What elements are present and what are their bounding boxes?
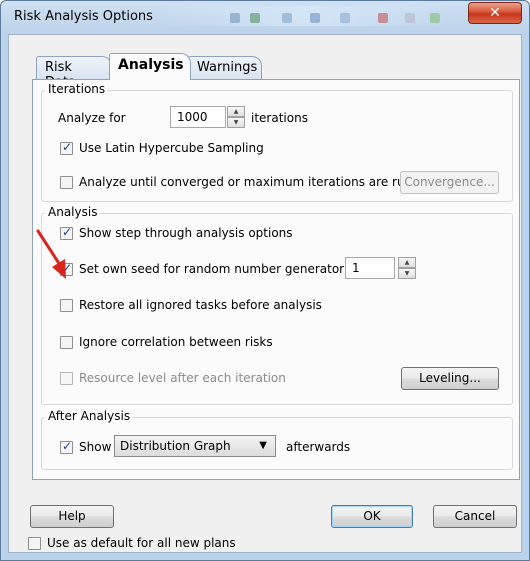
- resource-level-label: Resource level after each iteration: [79, 371, 286, 385]
- iterations-group-label: Iterations: [45, 82, 109, 96]
- tab-warnings[interactable]: Warnings: [188, 56, 262, 79]
- spin-up-icon[interactable]: ▲: [398, 257, 416, 268]
- toolbar-icon: [310, 13, 320, 23]
- close-icon: ✕: [489, 5, 501, 21]
- toolbar-icon: [230, 13, 240, 23]
- default-plans-checkbox[interactable]: [28, 537, 41, 550]
- red-arrow-annotation: [36, 229, 66, 279]
- iterations-suffix-label: iterations: [251, 111, 308, 125]
- toolbar-icon: [250, 13, 260, 23]
- ok-button[interactable]: OK: [331, 505, 413, 528]
- seed-spinner[interactable]: ▲ ▼: [398, 257, 416, 279]
- analyze-for-label: Analyze for: [58, 111, 126, 125]
- converge-label: Analyze until converged or maximum itera…: [79, 175, 413, 189]
- ignore-correlation-checkbox[interactable]: [60, 336, 73, 349]
- latin-hypercube-label: Use Latin Hypercube Sampling: [79, 141, 264, 155]
- own-seed-label: Set own seed for random number generator…: [79, 262, 348, 276]
- close-button[interactable]: ✕: [468, 2, 522, 24]
- toolbar-icon: [282, 13, 292, 23]
- iterations-spinner[interactable]: ▲ ▼: [227, 106, 245, 128]
- toolbar-icon: [340, 13, 350, 23]
- converge-checkbox[interactable]: [60, 176, 73, 189]
- show-graph-checkbox[interactable]: [60, 439, 73, 454]
- ignore-correlation-label: Ignore correlation between risks: [79, 335, 273, 349]
- toolbar-icon: [378, 13, 388, 23]
- convergence-button[interactable]: Convergence...: [400, 171, 499, 194]
- window-title: Risk Analysis Options: [14, 9, 153, 24]
- arrow-shaft: [36, 229, 62, 267]
- leveling-button[interactable]: Leveling...: [401, 367, 499, 390]
- spin-down-icon[interactable]: ▼: [227, 117, 245, 128]
- chevron-down-icon: ▼: [259, 440, 267, 451]
- help-button[interactable]: Help: [30, 505, 114, 528]
- spin-down-icon[interactable]: ▼: [398, 268, 416, 279]
- resource-level-checkbox[interactable]: [60, 372, 73, 385]
- after-analysis-group-label: After Analysis: [45, 409, 134, 423]
- seed-input[interactable]: 1: [345, 257, 395, 279]
- default-plans-label: Use as default for all new plans: [47, 536, 236, 550]
- cancel-button[interactable]: Cancel: [433, 505, 517, 528]
- tab-analysis[interactable]: Analysis: [109, 53, 191, 80]
- iterations-input[interactable]: 1000: [170, 106, 226, 128]
- tab-risk-data[interactable]: Risk Data: [36, 56, 112, 90]
- latin-hypercube-checkbox[interactable]: [60, 140, 73, 155]
- show-label: Show: [79, 440, 112, 454]
- restore-tasks-checkbox[interactable]: [60, 299, 73, 312]
- spin-up-icon[interactable]: ▲: [227, 106, 245, 117]
- afterwards-label: afterwards: [286, 440, 351, 454]
- after-analysis-group: [41, 417, 513, 470]
- toolbar-icon: [405, 13, 415, 23]
- analysis-group-label: Analysis: [45, 205, 101, 219]
- title-bar: Risk Analysis Options ✕: [0, 0, 530, 34]
- step-through-label: Show step through analysis options: [79, 226, 293, 240]
- graph-type-dropdown[interactable]: Distribution Graph ▼: [114, 435, 276, 457]
- toolbar-icon: [430, 13, 440, 23]
- restore-tasks-label: Restore all ignored tasks before analysi…: [79, 298, 322, 312]
